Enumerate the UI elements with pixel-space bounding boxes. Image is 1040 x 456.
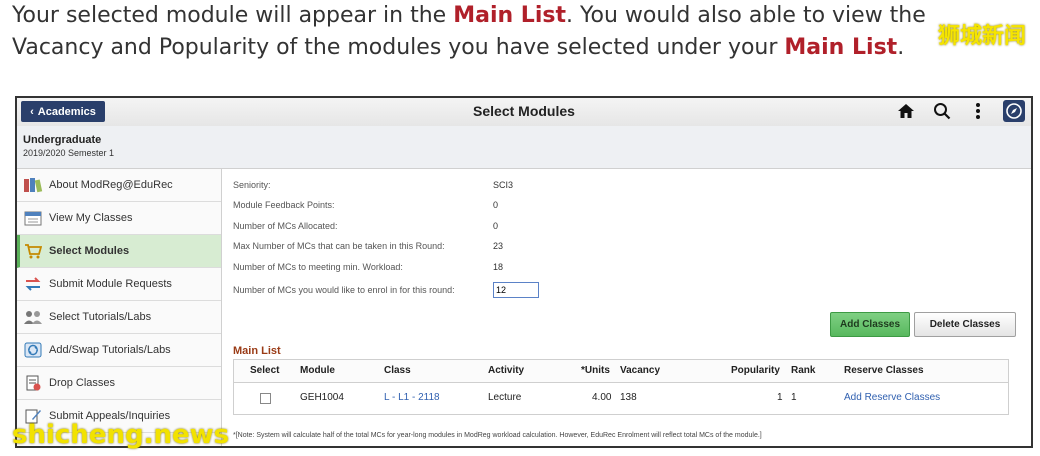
sidebar: About ModReg@EduRec View My Classes Sele… — [17, 169, 222, 446]
swap-arrows-icon — [23, 275, 43, 293]
class-link[interactable]: L - L1 - 2118 — [384, 392, 440, 403]
workload-note: *[Note: System will calculate half of th… — [233, 432, 762, 439]
career-header: Undergraduate 2019/2020 Semester 1 — [17, 126, 1031, 169]
column-header-activity: Activity — [488, 365, 525, 376]
page-title: Select Modules — [473, 103, 575, 119]
app-window: ‹ Academics Select Modules Undergraduate… — [15, 96, 1033, 448]
min-workload-label: Number of MCs to meeting min. Workload: — [233, 262, 403, 272]
calendar-icon — [23, 209, 43, 227]
sidebar-item-select-modules[interactable]: Select Modules — [17, 235, 221, 268]
feedback-points-label: Module Feedback Points: — [233, 200, 335, 210]
units-value: 4.00 — [592, 392, 612, 403]
sidebar-item-select-tutorials[interactable]: Select Tutorials/Labs — [17, 301, 221, 334]
career-label: Undergraduate — [23, 134, 102, 146]
column-header-units: *Units — [581, 365, 610, 376]
caption-highlight-2: Main List — [784, 35, 898, 60]
book-stack-icon — [23, 176, 43, 194]
column-header-reserve: Reserve Classes — [844, 365, 924, 376]
top-bar: ‹ Academics Select Modules — [17, 98, 1031, 127]
more-options-icon[interactable] — [967, 100, 989, 122]
watermark-bottom: shicheng.news — [12, 420, 230, 450]
home-icon[interactable] — [895, 100, 917, 122]
search-icon[interactable] — [931, 100, 953, 122]
mcs-allocated-label: Number of MCs Allocated: — [233, 221, 338, 231]
term-label: 2019/2020 Semester 1 — [23, 148, 115, 158]
sidebar-item-add-swap-tutorials[interactable]: Add/Swap Tutorials/Labs — [17, 334, 221, 367]
instruction-caption: Your selected module will appear in the … — [12, 0, 1012, 64]
vacancy-value: 138 — [620, 392, 637, 403]
caption-text-1: Your selected module will appear in the — [12, 3, 454, 28]
column-header-popularity: Popularity — [731, 365, 780, 376]
table-row: GEH1004 L - L1 - 2118 Lecture 4.00 138 1… — [234, 383, 1008, 415]
seniority-label: Seniority: — [233, 180, 271, 190]
caption-highlight-1: Main List — [453, 3, 566, 28]
seniority-value: SCI3 — [493, 180, 514, 190]
caption-text-3: . — [897, 35, 905, 60]
column-header-class: Class — [384, 365, 411, 376]
watermark-top: 狮城新闻 — [937, 24, 1026, 49]
refresh-icon — [23, 341, 43, 359]
enrol-mcs-label: Number of MCs you would like to enrol in… — [233, 285, 455, 295]
popularity-value: 1 — [777, 392, 783, 403]
sidebar-item-label: Submit Module Requests — [49, 278, 172, 290]
min-workload-value: 18 — [493, 262, 504, 272]
max-mcs-value: 23 — [493, 241, 504, 251]
sidebar-item-label: Add/Swap Tutorials/Labs — [49, 344, 171, 356]
sidebar-item-label: Select Tutorials/Labs — [49, 311, 152, 323]
add-classes-button[interactable]: Add Classes — [830, 312, 910, 337]
sidebar-item-submit-module-requests[interactable]: Submit Module Requests — [17, 268, 221, 301]
column-header-vacancy: Vacancy — [620, 365, 661, 376]
rank-value: 1 — [791, 392, 797, 403]
main-list-table: Select Module Class Activity *Units Vaca… — [233, 359, 1009, 415]
sidebar-item-label: Drop Classes — [49, 377, 116, 389]
people-icon — [23, 308, 43, 326]
sidebar-item-drop-classes[interactable]: Drop Classes — [17, 367, 221, 400]
feedback-points-value: 0 — [493, 200, 499, 210]
top-icon-group — [895, 100, 1025, 122]
enrol-mcs-input[interactable] — [493, 282, 539, 298]
sidebar-item-view-my-classes[interactable]: View My Classes — [17, 202, 221, 235]
mcs-allocated-value: 0 — [493, 221, 499, 231]
select-checkbox[interactable] — [260, 393, 271, 404]
activity-value: Lecture — [488, 392, 522, 403]
shopping-cart-icon — [23, 242, 43, 260]
table-header: Select Module Class Activity *Units Vaca… — [234, 360, 1008, 383]
main-content: Seniority: SCI3 Module Feedback Points: … — [233, 174, 1021, 446]
module-code: GEH1004 — [300, 392, 344, 403]
sidebar-item-label: About ModReg@EduRec — [49, 179, 173, 191]
sidebar-item-about-modreg[interactable]: About ModReg@EduRec — [17, 169, 221, 202]
column-header-rank: Rank — [791, 365, 816, 376]
sidebar-item-label: View My Classes — [49, 212, 133, 224]
max-mcs-label: Max Number of MCs that can be taken in t… — [233, 241, 445, 251]
add-reserve-classes-link[interactable]: Add Reserve Classes — [844, 392, 940, 403]
sidebar-item-label: Select Modules — [49, 245, 130, 257]
delete-classes-button[interactable]: Delete Classes — [914, 312, 1016, 337]
column-header-select: Select — [250, 365, 280, 376]
navigator-compass-icon[interactable] — [1003, 100, 1025, 122]
column-header-module: Module — [300, 365, 335, 376]
drop-document-icon — [23, 374, 43, 392]
main-list-title: Main List — [233, 345, 281, 357]
